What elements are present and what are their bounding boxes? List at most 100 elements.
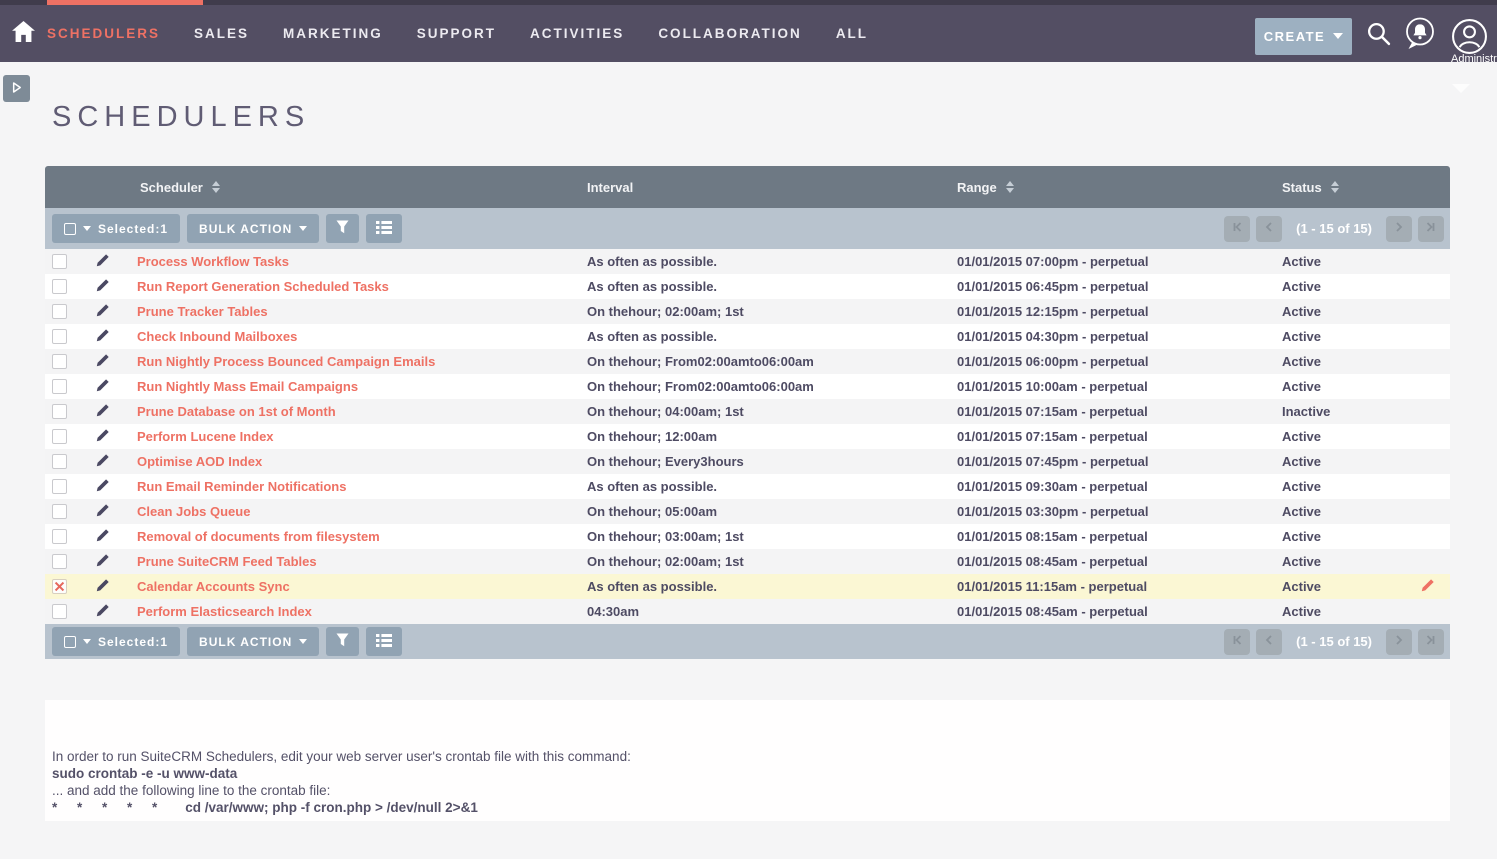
row-checkbox[interactable] xyxy=(52,354,67,369)
table-row: Clean Jobs QueueOn thehour; 05:00am01/01… xyxy=(45,499,1450,524)
column-chooser-button[interactable] xyxy=(366,214,402,243)
interval-cell: 04:30am xyxy=(585,604,955,619)
row-checkbox[interactable] xyxy=(52,454,67,469)
edit-pencil-icon[interactable] xyxy=(95,403,110,421)
select-dropdown-button[interactable]: Selected:1 xyxy=(52,627,180,656)
scheduler-link[interactable]: Run Nightly Mass Email Campaigns xyxy=(137,379,358,394)
range-cell: 01/01/2015 07:15am - perpetual xyxy=(955,404,1280,419)
nav-item-marketing[interactable]: MARKETING xyxy=(283,26,383,41)
edit-pencil-icon[interactable] xyxy=(95,578,110,596)
edit-pencil-icon[interactable] xyxy=(95,603,110,621)
scheduler-link[interactable]: Prune Tracker Tables xyxy=(137,304,268,319)
column-header-range[interactable]: Range xyxy=(955,180,1280,195)
nav-item-support[interactable]: SUPPORT xyxy=(417,26,496,41)
nav-item-activities[interactable]: ACTIVITIES xyxy=(530,26,624,41)
sort-icon xyxy=(1006,181,1014,193)
scheduler-link[interactable]: Process Workflow Tasks xyxy=(137,254,289,269)
row-checkbox[interactable] xyxy=(52,504,67,519)
next-page-button[interactable] xyxy=(1386,629,1412,655)
edit-pencil-icon[interactable] xyxy=(95,278,110,296)
prev-page-button[interactable] xyxy=(1256,629,1282,655)
filter-button[interactable] xyxy=(326,627,359,656)
bulk-action-button[interactable]: BULK ACTION xyxy=(187,214,319,243)
row-checkbox[interactable] xyxy=(52,529,67,544)
row-checkbox[interactable] xyxy=(52,429,67,444)
row-checkbox[interactable] xyxy=(52,379,67,394)
sidebar-expand-button[interactable] xyxy=(3,75,30,102)
scheduler-link[interactable]: Perform Elasticsearch Index xyxy=(137,604,312,619)
nav-item-schedulers[interactable]: SCHEDULERS xyxy=(47,26,160,41)
status-cell: Active xyxy=(1280,604,1405,619)
row-checkbox[interactable] xyxy=(52,554,67,569)
nav-item-sales[interactable]: SALES xyxy=(194,26,249,41)
edit-pencil-icon[interactable] xyxy=(95,503,110,521)
filter-button[interactable] xyxy=(326,214,359,243)
column-header-interval[interactable]: Interval xyxy=(585,180,955,195)
row-checkbox[interactable] xyxy=(52,279,67,294)
status-cell: Active xyxy=(1280,429,1405,444)
search-button[interactable] xyxy=(1366,21,1391,51)
row-checkbox-cell xyxy=(45,604,90,619)
row-checkbox[interactable] xyxy=(52,604,67,619)
nav-item-all[interactable]: ALL xyxy=(836,26,868,41)
interval-cell: On thehour; 03:00am; 1st xyxy=(585,529,955,544)
interval-cell: On thehour; 12:00am xyxy=(585,429,955,444)
scheduler-link[interactable]: Run Report Generation Scheduled Tasks xyxy=(137,279,389,294)
range-cell: 01/01/2015 06:45pm - perpetual xyxy=(955,279,1280,294)
edit-pencil-icon[interactable] xyxy=(95,378,110,396)
row-edit-cell xyxy=(90,353,137,371)
edit-pencil-icon[interactable] xyxy=(95,528,110,546)
row-checkbox[interactable] xyxy=(52,404,67,419)
row-checkbox[interactable] xyxy=(52,329,67,344)
range-cell: 01/01/2015 10:00am - perpetual xyxy=(955,379,1280,394)
row-checkbox[interactable] xyxy=(52,304,67,319)
scheduler-link[interactable]: Prune Database on 1st of Month xyxy=(137,404,336,419)
row-checkbox[interactable] xyxy=(52,579,67,594)
first-page-button[interactable] xyxy=(1224,629,1250,655)
user-menu[interactable]: Administrator xyxy=(1449,5,1489,67)
row-checkbox[interactable] xyxy=(52,479,67,494)
column-header-status[interactable]: Status xyxy=(1280,180,1450,195)
status-cell: Active xyxy=(1280,454,1405,469)
edit-pencil-icon[interactable] xyxy=(95,328,110,346)
column-header-scheduler[interactable]: Scheduler xyxy=(137,180,585,195)
edit-pencil-icon[interactable] xyxy=(95,453,110,471)
range-cell: 01/01/2015 07:00pm - perpetual xyxy=(955,254,1280,269)
scheduler-name-cell: Calendar Accounts Sync xyxy=(137,579,585,594)
scheduler-name-cell: Process Workflow Tasks xyxy=(137,254,585,269)
scheduler-link[interactable]: Check Inbound Mailboxes xyxy=(137,329,297,344)
edit-pencil-icon[interactable] xyxy=(95,353,110,371)
scheduler-link[interactable]: Calendar Accounts Sync xyxy=(137,579,290,594)
nav-item-collaboration[interactable]: COLLABORATION xyxy=(658,26,802,41)
table-row: Run Report Generation Scheduled TasksAs … xyxy=(45,274,1450,299)
range-cell: 01/01/2015 04:30pm - perpetual xyxy=(955,329,1280,344)
edit-pencil-icon[interactable] xyxy=(95,553,110,571)
scheduler-link[interactable]: Perform Lucene Index xyxy=(137,429,274,444)
edit-pencil-icon[interactable] xyxy=(95,303,110,321)
edit-pencil-icon[interactable] xyxy=(95,428,110,446)
scheduler-link[interactable]: Optimise AOD Index xyxy=(137,454,262,469)
bulk-action-button[interactable]: BULK ACTION xyxy=(187,627,319,656)
scheduler-link[interactable]: Clean Jobs Queue xyxy=(137,504,250,519)
panel-collapse-caret-icon[interactable] xyxy=(1452,84,1470,93)
inline-edit-pencil-icon[interactable] xyxy=(1420,578,1435,596)
edit-pencil-icon[interactable] xyxy=(95,253,110,271)
status-cell: Inactive xyxy=(1280,404,1405,419)
prev-page-button[interactable] xyxy=(1256,216,1282,242)
column-chooser-button[interactable] xyxy=(366,627,402,656)
edit-pencil-icon[interactable] xyxy=(95,478,110,496)
select-dropdown-button[interactable]: Selected:1 xyxy=(52,214,180,243)
scheduler-link[interactable]: Run Email Reminder Notifications xyxy=(137,479,346,494)
create-button[interactable]: CREATE xyxy=(1255,18,1352,55)
scheduler-link[interactable]: Removal of documents from filesystem xyxy=(137,529,380,544)
home-button[interactable] xyxy=(8,21,38,47)
scheduler-link[interactable]: Run Nightly Process Bounced Campaign Ema… xyxy=(137,354,435,369)
notifications-button[interactable] xyxy=(1403,16,1437,57)
scheduler-link[interactable]: Prune SuiteCRM Feed Tables xyxy=(137,554,317,569)
last-page-button[interactable] xyxy=(1418,216,1444,242)
interval-cell: On thehour; From02:00amto06:00am xyxy=(585,354,955,369)
next-page-button[interactable] xyxy=(1386,216,1412,242)
first-page-button[interactable] xyxy=(1224,216,1250,242)
row-checkbox[interactable] xyxy=(52,254,67,269)
last-page-button[interactable] xyxy=(1418,629,1444,655)
